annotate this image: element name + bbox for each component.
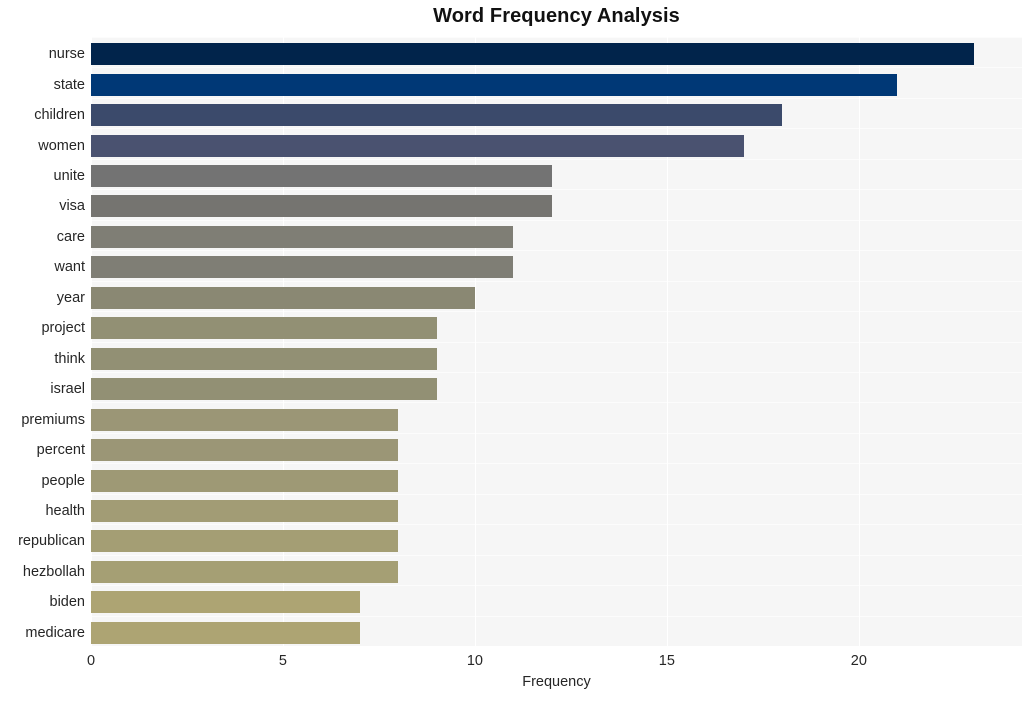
- bar: [91, 347, 437, 370]
- horizontal-gridline: [91, 463, 1022, 464]
- horizontal-gridline: [91, 250, 1022, 251]
- y-tick-label: women: [38, 137, 85, 154]
- bar: [91, 286, 475, 309]
- horizontal-gridline: [91, 524, 1022, 525]
- vertical-gridline: [859, 37, 860, 646]
- vertical-gridline: [91, 37, 92, 646]
- y-tick-label: nurse: [48, 46, 85, 63]
- y-tick-label: children: [34, 107, 85, 124]
- bar: [91, 43, 974, 66]
- horizontal-gridline: [91, 372, 1022, 373]
- chart-figure: Word Frequency Analysis nurse state childr…: [0, 0, 1031, 701]
- horizontal-gridline: [91, 220, 1022, 221]
- bar: [91, 408, 398, 431]
- y-tick-label: year: [56, 289, 85, 306]
- y-tick-label: think: [54, 350, 85, 367]
- vertical-gridline: [475, 37, 476, 646]
- horizontal-gridline: [91, 311, 1022, 312]
- vertical-gridline: [283, 37, 284, 646]
- vertical-gridline: [667, 37, 668, 646]
- bar: [91, 530, 398, 553]
- horizontal-gridline: [91, 159, 1022, 160]
- y-tick-label: biden: [49, 594, 85, 611]
- y-tick-label: visa: [59, 198, 85, 215]
- plot-area: [91, 37, 1022, 646]
- horizontal-gridline: [91, 402, 1022, 403]
- bar: [91, 134, 744, 157]
- bar: [91, 378, 437, 401]
- page-title: Word Frequency Analysis: [433, 5, 680, 27]
- bar: [91, 469, 398, 492]
- x-axis-title: Frequency: [522, 674, 591, 690]
- y-tick-label: state: [53, 76, 85, 93]
- bar: [91, 165, 552, 188]
- x-tick-label: 0: [86, 653, 96, 669]
- horizontal-gridline: [91, 37, 1022, 38]
- x-tick-label: 15: [658, 653, 675, 669]
- bar: [91, 591, 360, 614]
- y-tick-label: percent: [36, 442, 85, 459]
- bar: [91, 621, 360, 644]
- bar: [91, 560, 398, 583]
- bar: [91, 73, 897, 96]
- y-axis: nurse state children women unite visa care want…: [0, 37, 85, 646]
- horizontal-gridline: [91, 342, 1022, 343]
- y-tick-label: israel: [50, 381, 85, 398]
- bar: [91, 225, 513, 248]
- y-tick-label: hezbollah: [22, 563, 85, 580]
- y-tick-label: project: [41, 320, 85, 337]
- bar: [91, 499, 398, 522]
- horizontal-gridline: [91, 189, 1022, 190]
- horizontal-gridline: [91, 616, 1022, 617]
- bar: [91, 439, 398, 462]
- horizontal-gridline: [91, 555, 1022, 556]
- bar: [91, 317, 437, 340]
- bar: [91, 256, 513, 279]
- horizontal-gridline: [91, 433, 1022, 434]
- y-tick-label: republican: [18, 533, 85, 550]
- y-tick-label: medicare: [25, 624, 85, 641]
- bar: [91, 104, 782, 127]
- horizontal-gridline: [91, 67, 1022, 68]
- y-tick-label: premiums: [21, 411, 85, 428]
- horizontal-gridline: [91, 98, 1022, 99]
- y-tick-label: people: [41, 472, 85, 489]
- y-tick-label: want: [54, 259, 85, 276]
- x-tick-label: 10: [466, 653, 483, 669]
- horizontal-gridline: [91, 494, 1022, 495]
- horizontal-gridline: [91, 585, 1022, 586]
- horizontal-gridline: [91, 128, 1022, 129]
- y-tick-label: care: [56, 228, 85, 245]
- x-axis: 0 5 10 15 20: [87, 646, 1022, 676]
- x-tick-label: 5: [278, 653, 287, 669]
- y-tick-label: health: [45, 502, 85, 519]
- horizontal-gridline: [91, 281, 1022, 282]
- x-tick-label: 20: [850, 653, 867, 669]
- y-tick-label: unite: [53, 168, 85, 185]
- bar: [91, 195, 552, 218]
